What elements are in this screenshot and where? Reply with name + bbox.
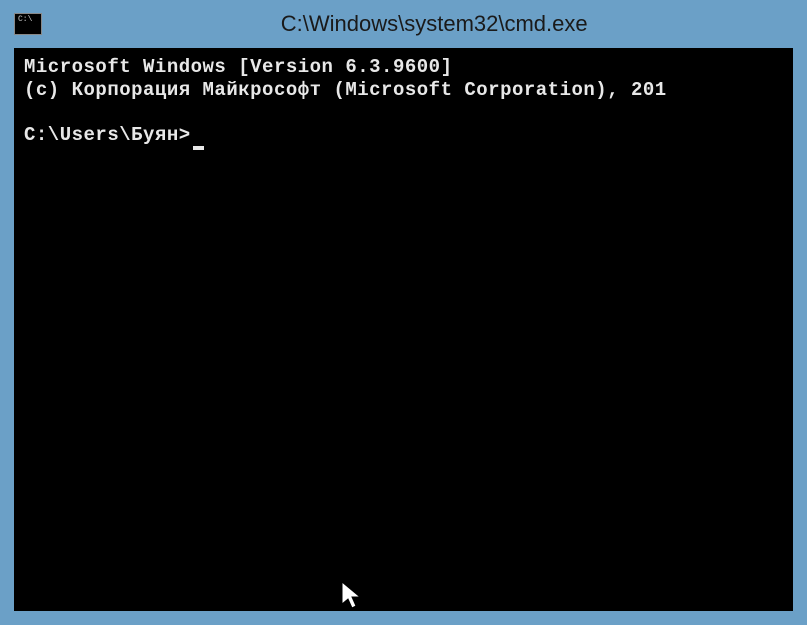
cmd-window: C:\ C:\Windows\system32\cmd.exe Microsof…	[0, 0, 807, 625]
cmd-icon-label: C:\	[18, 16, 32, 24]
terminal-line-version: Microsoft Windows [Version 6.3.9600]	[24, 56, 783, 79]
cmd-icon[interactable]: C:\	[14, 13, 42, 35]
window-title: C:\Windows\system32\cmd.exe	[281, 11, 588, 37]
title-bar[interactable]: C:\ C:\Windows\system32\cmd.exe	[0, 0, 807, 48]
terminal-prompt: C:\Users\Буян>	[24, 124, 783, 147]
prompt-text: C:\Users\Буян>	[24, 124, 191, 146]
terminal-line-copyright: (c) Корпорация Майкрософт (Microsoft Cor…	[24, 79, 783, 102]
text-cursor	[193, 146, 204, 150]
terminal-output[interactable]: Microsoft Windows [Version 6.3.9600](c) …	[14, 48, 793, 611]
